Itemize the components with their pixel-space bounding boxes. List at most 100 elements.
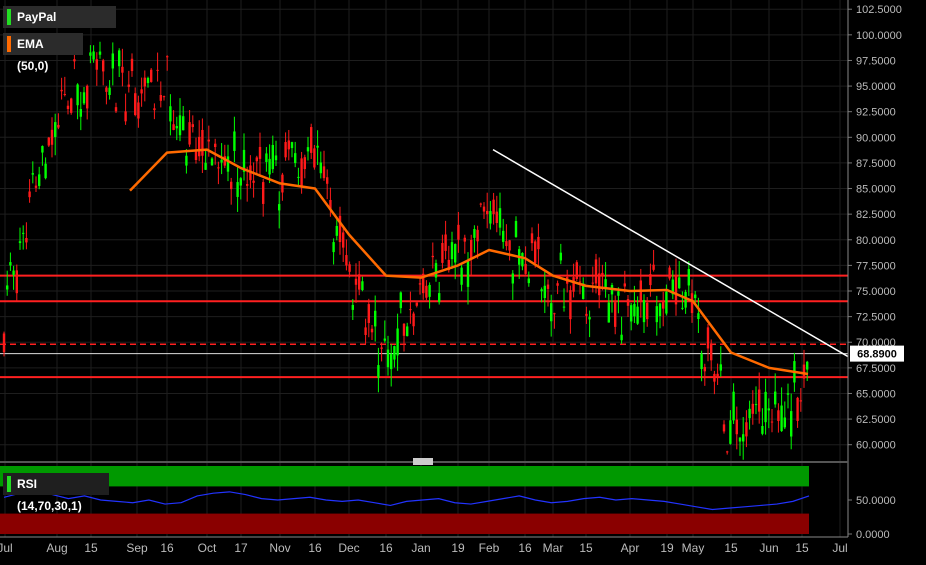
down-candle [137, 102, 140, 119]
up-candle [146, 77, 150, 84]
down-candle [703, 367, 706, 372]
up-candle [108, 87, 111, 95]
y-tick-label: 75.0000 [856, 286, 896, 298]
up-candle [729, 420, 732, 444]
panel-resize-handle [413, 458, 433, 465]
down-candle [134, 93, 137, 116]
up-candle [377, 365, 380, 378]
y-tick-label: 100.0000 [856, 30, 902, 42]
down-candle [441, 243, 444, 263]
up-candle [780, 405, 783, 432]
up-candle [351, 304, 354, 310]
y-tick-label: 77.5000 [856, 260, 896, 272]
down-candle [50, 129, 54, 145]
x-tick-label: Dec [338, 541, 359, 555]
down-candle [505, 241, 508, 247]
up-candle [386, 349, 390, 368]
x-tick-label: 15 [724, 541, 738, 555]
x-tick-label: May [682, 541, 705, 555]
up-candle [438, 293, 441, 303]
up-candle [54, 122, 57, 137]
up-candle [633, 303, 636, 317]
up-candle [294, 153, 297, 164]
down-candle [726, 451, 729, 453]
down-candle [479, 203, 482, 205]
up-candle [754, 404, 758, 406]
down-candle [191, 124, 194, 128]
down-candle [409, 309, 412, 311]
down-candle [188, 122, 191, 145]
rsi-swatch [7, 476, 11, 492]
up-candle [79, 109, 82, 117]
up-candle [306, 147, 310, 152]
down-candle [153, 108, 156, 111]
chart-stage: 102.5000 100.0000 97.5000 95.0000 92.5000 90.… [0, 0, 926, 560]
y-tick-label: 92.5000 [856, 107, 896, 119]
up-candle [316, 145, 319, 148]
down-candle [716, 373, 719, 377]
down-candle [431, 255, 434, 258]
down-candle [745, 422, 748, 437]
down-candle [706, 327, 710, 349]
up-candle [543, 285, 546, 299]
down-candle [626, 299, 630, 306]
up-candle [588, 317, 591, 320]
down-candle [799, 400, 802, 402]
up-candle [489, 211, 492, 224]
x-tick-label: Jun [759, 541, 778, 555]
down-candle [530, 233, 534, 244]
down-candle [162, 96, 166, 98]
up-candle [374, 310, 377, 327]
ema-label: EMA (50,0) [17, 37, 49, 73]
up-candle [361, 281, 364, 291]
ema-legend[interactable]: EMA (50,0) [3, 33, 83, 73]
x-tick-label: Jan [411, 541, 430, 555]
down-candle [457, 224, 460, 240]
symbol-swatch [7, 9, 11, 25]
down-candle [802, 364, 806, 379]
down-candle [425, 285, 428, 298]
y-tick-label: 72.5000 [856, 312, 896, 324]
down-candle [575, 262, 578, 279]
up-candle [514, 220, 518, 237]
down-candle [310, 127, 313, 153]
y-tick-label: 97.5000 [856, 55, 896, 67]
down-candle [470, 239, 473, 260]
down-candle [102, 60, 105, 72]
down-candle [358, 274, 361, 290]
down-candle [121, 66, 124, 73]
up-candle [178, 115, 182, 136]
down-candle [345, 255, 348, 266]
down-candle [172, 124, 175, 131]
down-candle [326, 177, 329, 184]
down-candle [508, 240, 511, 251]
symbol-legend[interactable]: PayPal Holdings [3, 6, 116, 46]
x-tick-label: Nov [269, 541, 290, 555]
up-candle [655, 306, 658, 323]
down-candle [367, 304, 370, 323]
up-candle [118, 50, 121, 67]
up-candle [41, 146, 44, 153]
down-candle [194, 150, 198, 161]
down-candle [2, 333, 6, 353]
down-candle [63, 94, 66, 96]
up-candle [748, 408, 751, 419]
up-candle [290, 142, 294, 149]
down-candle [572, 277, 575, 292]
down-candle [25, 238, 28, 243]
up-candle [265, 153, 268, 162]
down-candle [649, 274, 652, 286]
x-tick-label: Oct [198, 541, 217, 555]
up-candle [335, 225, 338, 236]
down-candle [415, 302, 418, 306]
price-chart[interactable]: 102.5000 100.0000 97.5000 95.0000 92.5000 90.… [0, 0, 926, 560]
up-candle [767, 408, 770, 411]
down-candle [758, 389, 761, 412]
up-candle [454, 244, 457, 263]
x-tick-label: 16 [308, 541, 322, 555]
up-candle [681, 307, 684, 309]
up-candle [396, 328, 399, 356]
rsi-legend[interactable]: RSI (14,70,30,1) [3, 473, 109, 513]
y-tick-label: 60.0000 [856, 440, 896, 452]
down-candle [402, 323, 406, 336]
